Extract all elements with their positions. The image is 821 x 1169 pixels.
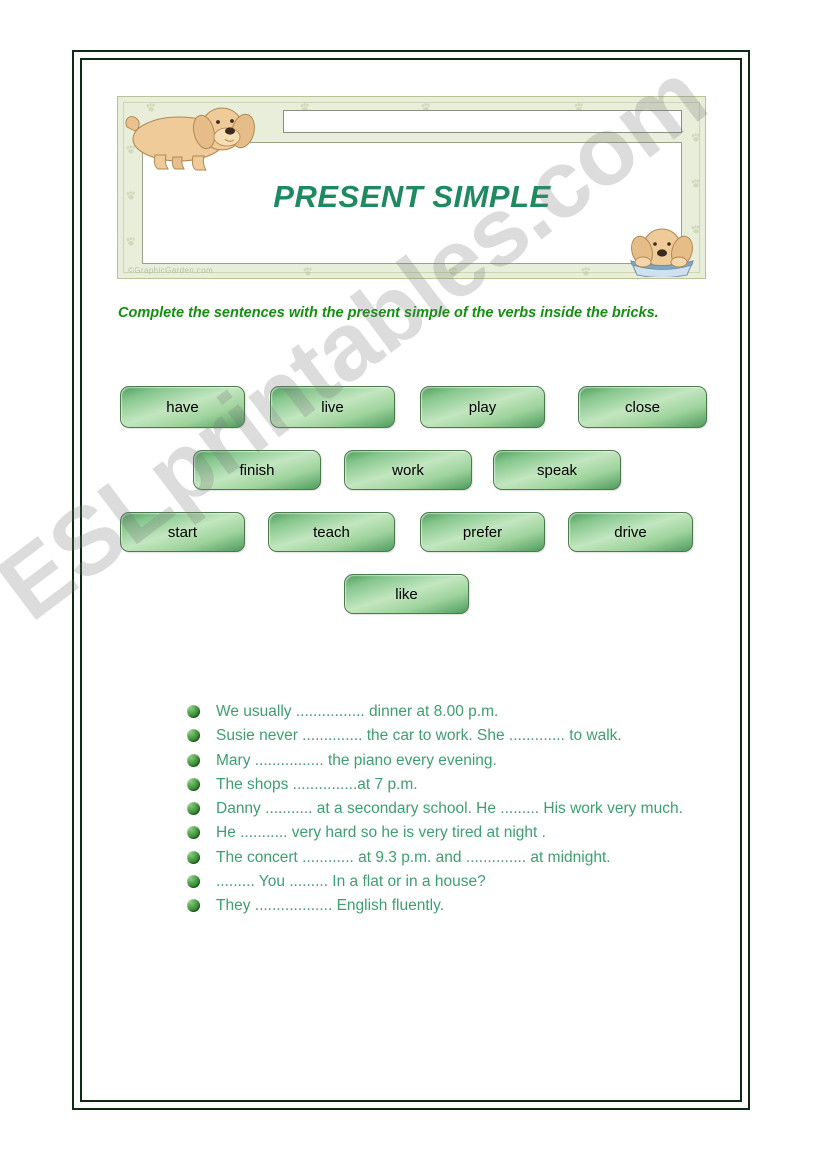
- graphic-credit: ©GraphicGarden.com: [128, 266, 214, 275]
- header-banner: PRESENT SIMPLE ©GraphicGarden.com: [117, 96, 706, 279]
- paw-print-icon: [691, 179, 700, 188]
- sentence-text: The concert ............ at 9.3 p.m. and…: [216, 848, 611, 866]
- green-bush-bullet-icon: [187, 777, 200, 791]
- sentence-item: We usually ................ dinner at 8.…: [186, 700, 706, 723]
- verb-brick-teach[interactable]: teach: [268, 512, 395, 552]
- green-bush-bullet-icon: [187, 753, 200, 767]
- verb-brick-close[interactable]: close: [578, 386, 707, 428]
- verb-brick-speak[interactable]: speak: [493, 450, 621, 490]
- verb-brick-label: work: [392, 461, 424, 479]
- verb-brick-label: drive: [614, 523, 647, 541]
- sentence-item: The shops ...............at 7 p.m.: [186, 773, 706, 796]
- verb-brick-label: live: [321, 398, 344, 416]
- verb-brick-prefer[interactable]: prefer: [420, 512, 545, 552]
- green-bush-bullet-icon: [187, 826, 200, 840]
- green-bush-bullet-icon: [187, 875, 200, 889]
- verb-brick-start[interactable]: start: [120, 512, 245, 552]
- sentence-text: ......... You ......... In a flat or in …: [216, 873, 486, 891]
- paw-print-icon: [448, 267, 457, 276]
- sentence-text: Mary ................ the piano every ev…: [216, 751, 497, 769]
- paw-print-icon: [126, 237, 135, 246]
- paw-print-icon: [691, 133, 700, 142]
- puppy-dog-icon: [125, 107, 255, 171]
- sentence-item: The concert ............ at 9.3 p.m. and…: [186, 846, 706, 869]
- verb-brick-play[interactable]: play: [420, 386, 545, 428]
- verb-brick-live[interactable]: live: [270, 386, 395, 428]
- sentence-text: They .................. English fluently…: [216, 897, 444, 915]
- sentence-text: Susie never .............. the car to wo…: [216, 727, 622, 745]
- paw-print-icon: [581, 267, 590, 276]
- verb-brick-label: like: [395, 585, 418, 603]
- puppy-dog-bowl-icon: [630, 228, 694, 277]
- verb-brick-label: start: [167, 523, 198, 541]
- verb-brick-label: prefer: [462, 523, 503, 541]
- sentence-item: Mary ................ the piano every ev…: [186, 749, 706, 772]
- verb-brick-finish[interactable]: finish: [193, 450, 321, 490]
- sentence-item: He ........... very hard so he is very t…: [186, 821, 706, 844]
- green-bush-bullet-icon: [187, 802, 200, 816]
- sentence-item: Susie never .............. the car to wo…: [186, 724, 706, 747]
- sentence-text: Danny ........... at a secondary school.…: [216, 800, 683, 818]
- sentence-item: They .................. English fluently…: [186, 894, 706, 917]
- green-bush-bullet-icon: [187, 705, 200, 718]
- green-bush-bullet-icon: [187, 850, 200, 864]
- verb-brick-like[interactable]: like: [344, 574, 469, 614]
- sentence-text: The shops ...............at 7 p.m.: [216, 775, 418, 793]
- header-name-input[interactable]: [283, 110, 682, 133]
- sentence-text: We usually ................ dinner at 8.…: [216, 703, 499, 720]
- instruction-text: Complete the sentences with the present …: [118, 305, 659, 321]
- verb-brick-label: speak: [536, 461, 578, 479]
- verb-brick-work[interactable]: work: [344, 450, 472, 490]
- sentence-text: He ........... very hard so he is very t…: [216, 824, 546, 842]
- page-title: PRESENT SIMPLE: [273, 179, 551, 214]
- green-bush-bullet-icon: [187, 899, 200, 913]
- verb-brick-drive[interactable]: drive: [568, 512, 693, 552]
- green-bush-bullet-icon: [187, 729, 200, 743]
- verb-brick-label: finish: [239, 461, 275, 479]
- verb-brick-label: have: [166, 398, 199, 416]
- paw-print-icon: [126, 191, 135, 200]
- verb-brick-label: teach: [313, 523, 350, 541]
- verb-brick-label: play: [468, 398, 497, 416]
- paw-print-icon: [303, 267, 312, 276]
- sentence-item: Danny ........... at a secondary school.…: [186, 797, 706, 820]
- verb-brick-have[interactable]: have: [120, 386, 245, 428]
- sentence-list: We usually ................ dinner at 8.…: [186, 700, 706, 919]
- verb-brick-label: close: [624, 398, 661, 416]
- sentence-item: ......... You ......... In a flat or in …: [186, 870, 706, 893]
